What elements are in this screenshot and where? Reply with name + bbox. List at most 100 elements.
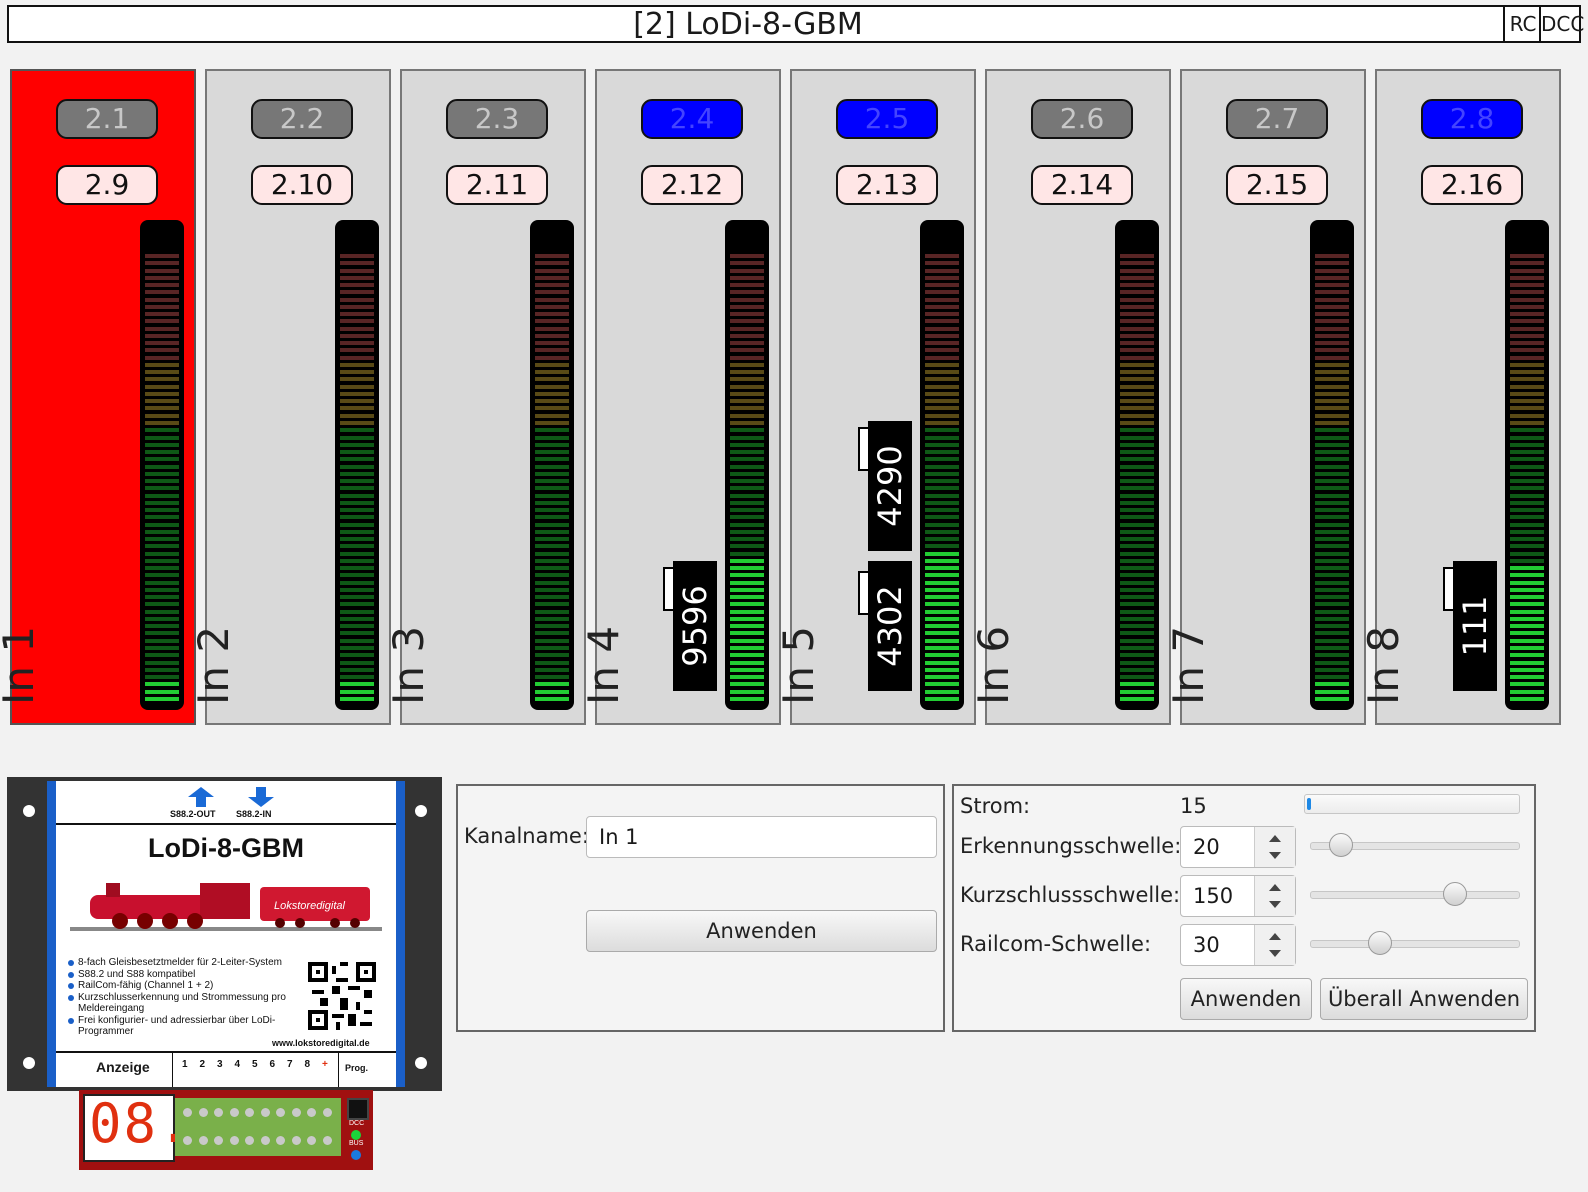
channel-8[interactable]: 2.8 2.16 In 8 111 xyxy=(1359,69,1561,725)
meter-segment xyxy=(1315,275,1349,280)
meter-segment xyxy=(145,362,179,367)
mount-hole xyxy=(415,1057,427,1069)
meter-segment xyxy=(145,638,179,643)
meter-segment xyxy=(535,638,569,643)
meter-segment xyxy=(1315,442,1349,447)
decrement-icon[interactable] xyxy=(1269,901,1281,908)
short-circuit-threshold-value[interactable]: 150 xyxy=(1193,876,1233,916)
increment-icon[interactable] xyxy=(1269,884,1281,891)
channel-5[interactable]: 2.5 2.13 In 5 4302 4290 xyxy=(774,69,976,725)
meter-segment xyxy=(535,471,569,476)
apply-everywhere-button[interactable]: Überall Anwenden xyxy=(1320,978,1528,1020)
meter-segment xyxy=(1315,384,1349,389)
rc-button[interactable]: RC xyxy=(1503,6,1541,42)
meter-segment xyxy=(340,312,374,317)
meter-segment xyxy=(730,522,764,527)
meter-segment xyxy=(340,515,374,520)
channel-apply-button[interactable]: Anwenden xyxy=(586,910,937,952)
meter-segment xyxy=(1315,304,1349,309)
slider-knob[interactable] xyxy=(1368,931,1393,955)
channel-level-meter xyxy=(920,220,964,710)
meter-segment xyxy=(1315,580,1349,585)
channel-2[interactable]: 2.2 2.10 In 2 xyxy=(189,69,391,725)
output-number: 8 xyxy=(304,1059,311,1070)
slider-knob[interactable] xyxy=(1329,833,1354,857)
terminal-screw xyxy=(198,1136,208,1145)
meter-segment xyxy=(1120,609,1154,614)
locomotive-indicator[interactable]: 4290 xyxy=(858,421,912,551)
locomotive-indicator[interactable]: 9596 xyxy=(663,561,717,691)
channel-name-input[interactable]: In 1 xyxy=(586,816,937,858)
meter-segment xyxy=(145,486,179,491)
meter-segment xyxy=(1315,391,1349,396)
meter-segment xyxy=(730,319,764,324)
meter-segment xyxy=(1510,406,1544,411)
channel-4[interactable]: 2.4 2.12 In 4 9596 xyxy=(579,69,781,725)
meter-segment xyxy=(730,442,764,447)
short-circuit-threshold-spinner[interactable]: 150 xyxy=(1180,875,1296,917)
meter-segment xyxy=(1510,689,1544,694)
locomotive-address: 9596 xyxy=(676,585,714,667)
meter-segment xyxy=(145,631,179,636)
decrement-icon[interactable] xyxy=(1269,950,1281,957)
meter-segment xyxy=(1315,508,1349,512)
increment-icon[interactable] xyxy=(1269,835,1281,842)
locomotive-indicator[interactable]: 4302 xyxy=(858,561,912,691)
meter-segment xyxy=(730,667,764,672)
meter-segment xyxy=(1120,486,1154,491)
meter-segment xyxy=(730,283,764,287)
railcom-threshold-spinner[interactable]: 30 xyxy=(1180,924,1296,966)
meter-segment xyxy=(925,500,959,505)
meter-segment xyxy=(925,333,959,338)
meter-segment xyxy=(340,595,374,600)
meter-segment xyxy=(340,341,374,346)
detection-threshold-value[interactable]: 20 xyxy=(1193,827,1220,867)
locomotive-tender-icon xyxy=(663,567,675,611)
meter-segment xyxy=(1510,275,1544,280)
meter-segment xyxy=(145,595,179,600)
meter-segment xyxy=(925,304,959,309)
meter-segment xyxy=(1510,479,1544,483)
railcom-threshold-slider[interactable] xyxy=(1310,931,1520,955)
terminal-screw xyxy=(214,1108,223,1117)
meter-segment xyxy=(925,493,959,498)
channel-7[interactable]: 2.7 2.15 In 7 xyxy=(1164,69,1366,725)
short-circuit-threshold-slider[interactable] xyxy=(1310,882,1520,906)
terminal-screw xyxy=(307,1136,316,1145)
meter-segment xyxy=(535,435,569,440)
terminal-screw xyxy=(276,1136,285,1145)
meter-segment xyxy=(1510,587,1544,592)
settings-apply-button[interactable]: Anwenden xyxy=(1180,978,1312,1020)
channel-6[interactable]: 2.6 2.14 In 6 xyxy=(969,69,1171,725)
meter-segment xyxy=(730,551,764,556)
decrement-icon[interactable] xyxy=(1269,852,1281,859)
detection-threshold-spinner[interactable]: 20 xyxy=(1180,826,1296,868)
slider-knob[interactable] xyxy=(1443,882,1468,906)
meter-segment xyxy=(535,268,569,273)
s88-in-label: S88.2-IN xyxy=(236,809,272,819)
meter-segment xyxy=(925,442,959,447)
meter-segment xyxy=(1315,573,1349,578)
meter-segment xyxy=(340,290,374,295)
channel-name-text: In 3 xyxy=(384,625,433,705)
meter-segment xyxy=(145,384,179,389)
dcc-button[interactable]: DCC xyxy=(1539,6,1584,42)
channel-1[interactable]: 2.1 2.9 In 1 xyxy=(0,69,196,725)
locomotive-indicator[interactable]: 111 xyxy=(1443,561,1497,691)
meter-segment xyxy=(1510,624,1544,629)
meter-segment xyxy=(925,609,959,614)
increment-icon[interactable] xyxy=(1269,933,1281,940)
meter-segment xyxy=(1315,660,1349,665)
meter-segment xyxy=(925,537,959,542)
window-title: [2] LoDi-8-GBM xyxy=(633,7,863,42)
channel-3[interactable]: 2.3 2.11 In 3 xyxy=(384,69,586,725)
railcom-threshold-value[interactable]: 30 xyxy=(1193,925,1220,965)
detection-threshold-slider[interactable] xyxy=(1310,833,1520,857)
meter-segment xyxy=(730,689,764,694)
led-display: 08. xyxy=(83,1092,191,1162)
meter-segment xyxy=(730,602,764,607)
meter-segment xyxy=(1510,464,1544,469)
meter-segment xyxy=(925,297,959,302)
meter-segment xyxy=(340,283,374,287)
terminal-screw xyxy=(198,1108,208,1117)
